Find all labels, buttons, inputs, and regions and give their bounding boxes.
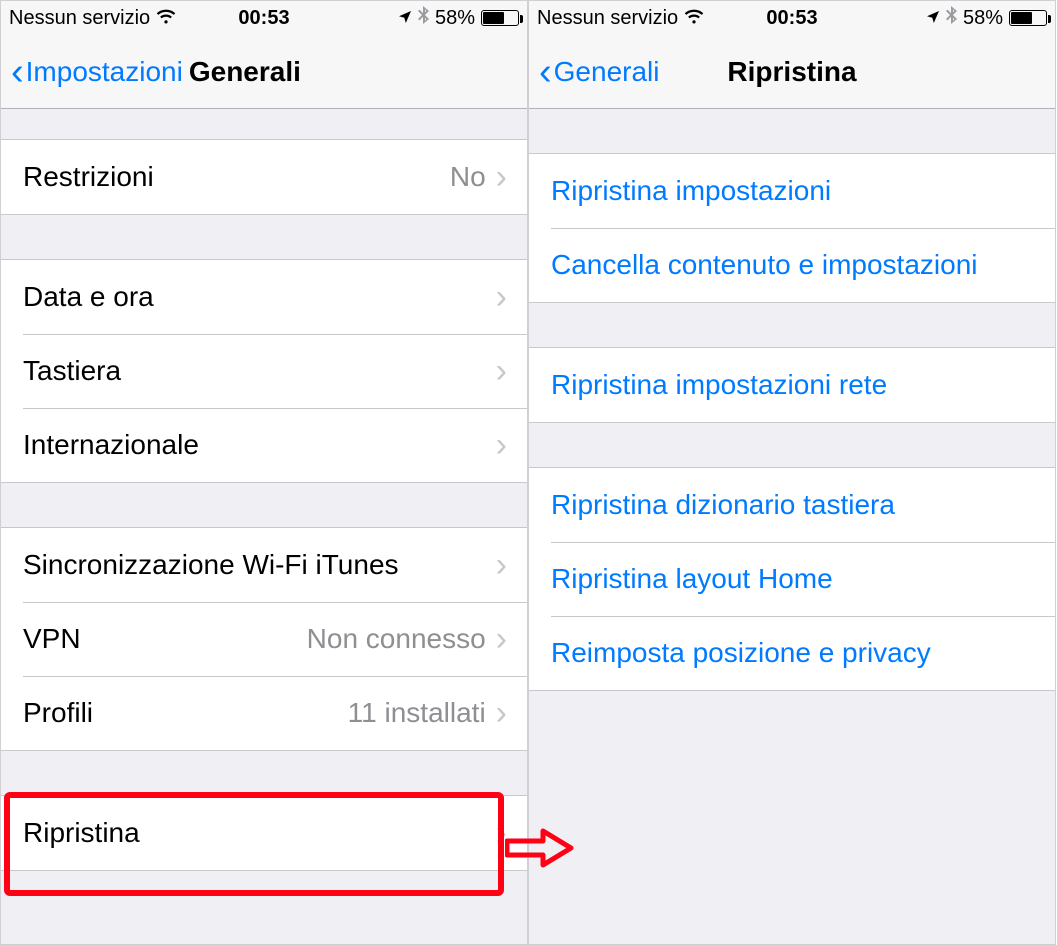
row-profili[interactable]: Profili 11 installati › (1, 676, 527, 750)
row-label: Ripristina layout Home (551, 563, 833, 595)
row-reset-keyboard-dict[interactable]: Ripristina dizionario tastiera (529, 468, 1055, 542)
bluetooth-icon (418, 6, 429, 30)
row-label: Reimposta posizione e privacy (551, 637, 931, 669)
clock: 00:53 (238, 7, 289, 30)
wifi-icon (684, 8, 704, 31)
battery-percent: 58% (435, 7, 475, 30)
group-reset-network: Ripristina impostazioni rete (529, 347, 1055, 423)
row-vpn[interactable]: VPN Non connesso › (1, 602, 527, 676)
row-ripristina[interactable]: Ripristina › (1, 796, 527, 870)
row-tastiera[interactable]: Tastiera › (1, 334, 527, 408)
row-label: Profili (23, 697, 93, 729)
wifi-icon (156, 8, 176, 31)
row-label: Internazionale (23, 429, 199, 461)
screen-ripristina: Nessun servizio 00:53 58% ‹ Generali Rip… (528, 0, 1056, 945)
status-bar: Nessun servizio 00:53 58% (529, 1, 1055, 35)
battery-icon (481, 10, 519, 26)
location-icon (926, 7, 940, 30)
row-label: Tastiera (23, 355, 121, 387)
row-label: Sincronizzazione Wi-Fi iTunes (23, 549, 399, 581)
group-sync: Sincronizzazione Wi-Fi iTunes › VPN Non … (1, 527, 527, 751)
row-detail: No (450, 161, 496, 193)
row-sync-itunes[interactable]: Sincronizzazione Wi-Fi iTunes › (1, 528, 527, 602)
group-reset-main: Ripristina impostazioni Cancella contenu… (529, 153, 1055, 303)
clock: 00:53 (766, 7, 817, 30)
row-label: Ripristina (23, 817, 140, 849)
row-erase-all[interactable]: Cancella contenuto e impostazioni (529, 228, 1055, 302)
row-detail: 11 installati (348, 697, 496, 729)
group-spacer (1, 109, 527, 139)
group-spacer (529, 303, 1055, 347)
page-title: Ripristina (727, 56, 856, 88)
row-reset-all-settings[interactable]: Ripristina impostazioni (529, 154, 1055, 228)
row-label: Ripristina dizionario tastiera (551, 489, 895, 521)
row-label: Ripristina impostazioni (551, 175, 831, 207)
page-title: Generali (189, 56, 301, 88)
screen-generali: Nessun servizio 00:53 58% ‹ Impostazioni… (0, 0, 528, 945)
row-label: VPN (23, 623, 81, 655)
row-reset-network[interactable]: Ripristina impostazioni rete (529, 348, 1055, 422)
group-spacer (529, 423, 1055, 467)
row-data-e-ora[interactable]: Data e ora › (1, 260, 527, 334)
nav-bar: ‹ Generali Ripristina (529, 35, 1055, 109)
row-restrizioni[interactable]: Restrizioni No › (1, 140, 527, 214)
row-reset-location-privacy[interactable]: Reimposta posizione e privacy (529, 616, 1055, 690)
row-label: Restrizioni (23, 161, 154, 193)
back-label: Impostazioni (26, 56, 183, 88)
row-reset-home-layout[interactable]: Ripristina layout Home (529, 542, 1055, 616)
row-label: Data e ora (23, 281, 154, 313)
group-reset-misc: Ripristina dizionario tastiera Ripristin… (529, 467, 1055, 691)
battery-icon (1009, 10, 1047, 26)
row-label: Cancella contenuto e impostazioni (551, 249, 977, 281)
row-detail: Non connesso (307, 623, 496, 655)
carrier-text: Nessun servizio (537, 7, 678, 30)
back-button[interactable]: ‹ Impostazioni (11, 56, 183, 88)
location-icon (398, 7, 412, 30)
group-reset: Ripristina › (1, 795, 527, 871)
group-spacer (529, 109, 1055, 153)
status-bar: Nessun servizio 00:53 58% (1, 1, 527, 35)
row-label: Ripristina impostazioni rete (551, 369, 887, 401)
nav-bar: ‹ Impostazioni Generali (1, 35, 527, 109)
group-spacer (1, 215, 527, 259)
back-label: Generali (554, 56, 660, 88)
row-internazionale[interactable]: Internazionale › (1, 408, 527, 482)
group-spacer (1, 751, 527, 795)
group-datetime: Data e ora › Tastiera › Internazionale › (1, 259, 527, 483)
bluetooth-icon (946, 6, 957, 30)
carrier-text: Nessun servizio (9, 7, 150, 30)
group-restrictions: Restrizioni No › (1, 139, 527, 215)
back-button[interactable]: ‹ Generali (539, 56, 660, 88)
group-spacer (1, 483, 527, 527)
battery-percent: 58% (963, 7, 1003, 30)
